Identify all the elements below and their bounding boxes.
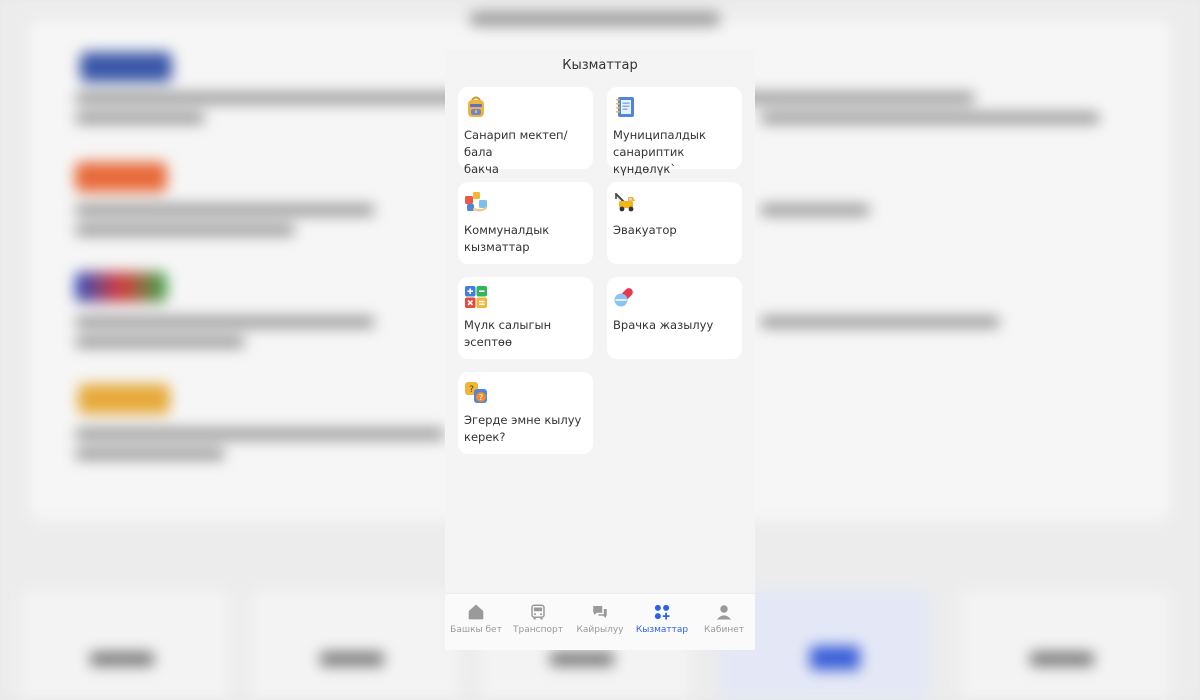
background-text-bar: [75, 448, 225, 460]
services-screen: Кызматтар Санарип мектеп/бала бакча Муни…: [445, 50, 755, 650]
service-card-utilities[interactable]: Коммуналдык кызматтар: [458, 182, 593, 264]
background-tile: [960, 590, 1170, 700]
background-text-bar: [75, 224, 295, 236]
service-card-doctor-appointment[interactable]: Врачка жазылуу: [607, 277, 742, 359]
utilities-icon: [465, 192, 488, 212]
background-thumbnail: [75, 272, 167, 302]
backpack-icon: [468, 96, 484, 117]
background-text-bar: [75, 316, 375, 328]
tow-truck-icon: [615, 193, 635, 212]
background-thumbnail: [78, 384, 170, 414]
background-text-bar: [75, 112, 205, 124]
services-grid-icon: [654, 604, 670, 620]
calculator-icon: [465, 286, 487, 308]
svg-text:?: ?: [479, 393, 483, 402]
background-text-bar: [760, 316, 1000, 328]
background-text-bar: [75, 428, 445, 440]
user-icon: [716, 605, 732, 620]
bottom-navigation: Башкы бет Транспорт Кайрылуу Кызматтар К…: [445, 593, 755, 650]
service-label: Эвакуатор: [613, 223, 677, 237]
nav-label: Кызматтар: [635, 625, 689, 635]
service-card-digital-diary[interactable]: Муниципалдык санариптик күндөлүк`: [607, 87, 742, 176]
background-text-bar: [75, 336, 245, 348]
notebook-icon: [616, 97, 634, 117]
background-text-bar: [75, 204, 375, 216]
pills-icon: [614, 288, 633, 307]
background-thumbnail: [80, 52, 172, 82]
background-tile: [250, 590, 460, 700]
nav-item-services[interactable]: Кызматтар: [631, 594, 693, 650]
service-label: Муниципалдык санариптик күндөлүк`: [613, 128, 706, 176]
nav-item-cabinet[interactable]: Кабинет: [693, 594, 755, 650]
home-icon: [468, 604, 484, 620]
nav-label: Транспорт: [513, 625, 563, 635]
nav-item-transport[interactable]: Транспорт: [507, 594, 569, 650]
bus-icon: [531, 604, 545, 620]
page-title: Кызматтар: [562, 58, 638, 73]
background-thumbnail: [75, 162, 167, 192]
background-tile: [20, 590, 230, 700]
service-label: Мүлк салыгын эсептөө: [464, 318, 552, 349]
service-label: Врачка жазылуу: [613, 318, 714, 332]
services-grid: Санарип мектеп/бала бакча Муниципалдык с…: [458, 87, 742, 454]
nav-label: Башкы бет: [450, 625, 502, 635]
nav-label: Кабинет: [704, 625, 744, 635]
nav-label: Кайрылуу: [576, 625, 624, 635]
nav-item-appeals[interactable]: Кайрылуу: [569, 594, 631, 650]
question-bubbles-icon: ? ?: [465, 382, 487, 403]
background-text-bar: [760, 204, 870, 216]
service-card-tow-truck[interactable]: Эвакуатор: [607, 182, 742, 264]
background-text-bar: [470, 12, 720, 26]
service-label: Коммуналдык кызматтар: [464, 223, 550, 254]
service-label: Санарип мектеп/бала бакча: [464, 128, 568, 176]
chat-icon: [593, 606, 607, 618]
service-label: Эгерде эмне кылуу керек?: [464, 413, 582, 444]
service-card-property-tax[interactable]: Мүлк салыгын эсептөө: [458, 277, 593, 359]
nav-item-home[interactable]: Башкы бет: [445, 594, 507, 650]
service-card-digital-school[interactable]: Санарип мектеп/бала бакча: [458, 87, 593, 176]
service-card-what-to-do[interactable]: ? ? Эгерде эмне кылуу керек?: [458, 372, 593, 454]
background-text-bar: [760, 112, 1100, 124]
svg-text:?: ?: [469, 385, 474, 395]
